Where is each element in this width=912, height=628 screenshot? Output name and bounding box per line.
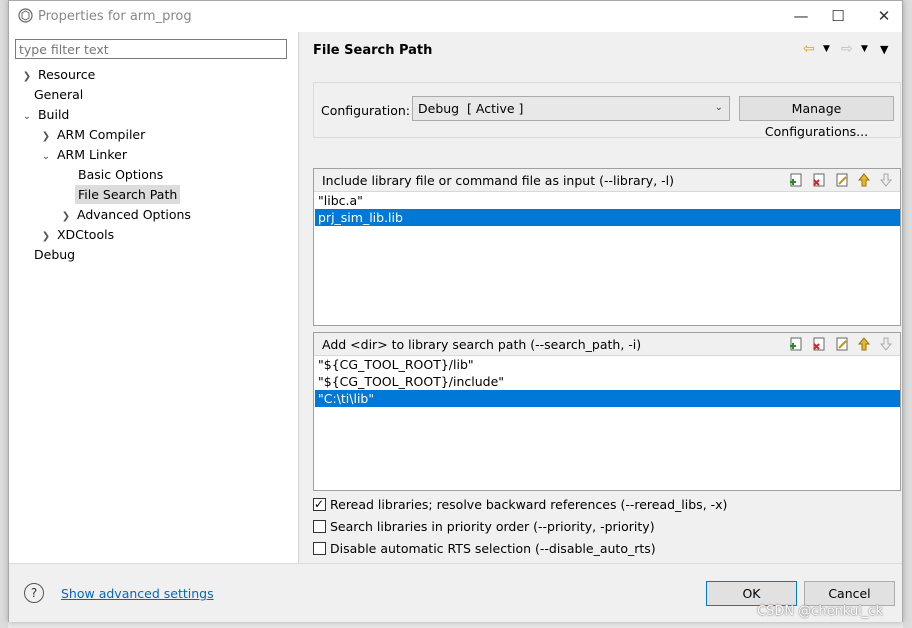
- maximize-icon[interactable]: ☐: [824, 5, 852, 27]
- tree-item-advanced-options[interactable]: ❯ Advanced Options: [59, 205, 191, 225]
- library-listbox[interactable]: Include library file or command file as …: [313, 168, 901, 326]
- manage-configurations-button[interactable]: Manage Configurations...: [739, 96, 894, 139]
- tree-item-build[interactable]: ⌄ Build: [20, 105, 70, 127]
- cancel-button[interactable]: Cancel: [804, 581, 895, 606]
- show-advanced-settings-link[interactable]: Show advanced settings: [61, 586, 214, 601]
- configuration-select[interactable]: Debug [ Active ] ⌄: [412, 96, 730, 121]
- library-list-header: Include library file or command file as …: [314, 169, 900, 192]
- minimize-icon[interactable]: —: [787, 5, 815, 27]
- list-item[interactable]: "${CG_TOOL_ROOT}/lib": [315, 356, 900, 373]
- edit-icon[interactable]: [834, 172, 850, 188]
- add-icon[interactable]: [788, 172, 804, 188]
- tree-item-debug[interactable]: Debug: [34, 245, 75, 265]
- list-item[interactable]: "C:\ti\lib": [315, 390, 900, 407]
- eclipse-app-icon: [18, 8, 33, 23]
- library-list-caption: Include library file or command file as …: [322, 173, 675, 188]
- move-up-icon[interactable]: [856, 336, 872, 352]
- forward-arrow-icon[interactable]: ⇨: [841, 41, 853, 57]
- title-bar: Properties for arm_prog — ☐ ✕: [9, 1, 902, 32]
- checkbox-box[interactable]: [313, 542, 326, 555]
- forward-dropdown-icon[interactable]: ▼: [861, 44, 868, 54]
- tree-item-label: ARM Compiler: [56, 127, 146, 142]
- background-window-strip-right: [903, 0, 912, 628]
- move-down-icon[interactable]: [878, 336, 894, 352]
- tree-item-label: Resource: [37, 67, 96, 82]
- chevron-right-icon[interactable]: ❯: [20, 67, 34, 87]
- navigation-pane: ❯ Resource General ⌄ Build ❯ ARM Compile…: [9, 32, 298, 563]
- tree-item-label: Advanced Options: [76, 207, 191, 222]
- search-path-list-header: Add <dir> to library search path (--sear…: [314, 333, 900, 356]
- reread-libraries-checkbox[interactable]: Reread libraries; resolve backward refer…: [313, 495, 728, 514]
- chevron-down-icon[interactable]: ⌄: [39, 147, 53, 167]
- add-icon[interactable]: [788, 336, 804, 352]
- delete-icon[interactable]: [811, 172, 827, 188]
- tree-item-arm-compiler[interactable]: ❯ ARM Compiler: [39, 125, 145, 145]
- tree-item-basic-options[interactable]: Basic Options: [78, 165, 163, 185]
- view-menu-icon[interactable]: ▼: [880, 43, 888, 56]
- checkbox-label: Search libraries in priority order (--pr…: [330, 519, 655, 534]
- configuration-label: Configuration:: [321, 103, 410, 118]
- list-item[interactable]: "${CG_TOOL_ROOT}/include": [315, 373, 900, 390]
- chevron-right-icon[interactable]: ❯: [39, 227, 53, 247]
- configuration-value: Debug [ Active ]: [418, 101, 524, 116]
- tree-item-label: File Search Path: [75, 185, 181, 204]
- list-item[interactable]: "libc.a": [315, 192, 900, 209]
- close-icon[interactable]: ✕: [870, 5, 898, 27]
- move-down-icon[interactable]: [878, 172, 894, 188]
- tree-item-label: Build: [37, 107, 70, 122]
- edit-icon[interactable]: [834, 336, 850, 352]
- move-up-icon[interactable]: [856, 172, 872, 188]
- chevron-down-icon: ⌄: [714, 102, 723, 113]
- page-title: File Search Path: [313, 43, 433, 58]
- chevron-right-icon[interactable]: ❯: [39, 127, 53, 147]
- properties-page: File Search Path ⇦ ▼ ⇨ ▼ ▼ Configuration…: [300, 32, 902, 563]
- window-title: Properties for arm_prog: [38, 9, 192, 24]
- list-item[interactable]: prj_sim_lib.lib: [315, 209, 900, 226]
- tree-item-file-search-path[interactable]: File Search Path: [75, 185, 181, 205]
- background-window-strip: [0, 0, 8, 628]
- checkbox-box[interactable]: [313, 495, 326, 513]
- properties-dialog: Properties for arm_prog — ☐ ✕ ❯ Resource…: [8, 0, 903, 622]
- tree-item-label: ARM Linker: [56, 147, 127, 162]
- filter-input[interactable]: [19, 41, 281, 57]
- configuration-group: Configuration: Debug [ Active ] ⌄ Manage…: [313, 82, 901, 139]
- ok-button[interactable]: OK: [706, 581, 797, 606]
- filter-field[interactable]: [15, 39, 287, 59]
- search-path-list-caption: Add <dir> to library search path (--sear…: [322, 337, 642, 352]
- chevron-down-icon[interactable]: ⌄: [20, 107, 34, 127]
- search-path-listbox[interactable]: Add <dir> to library search path (--sear…: [313, 332, 901, 491]
- back-dropdown-icon[interactable]: ▼: [823, 44, 830, 54]
- checkbox-label: Disable automatic RTS selection (--disab…: [330, 541, 656, 556]
- priority-order-checkbox[interactable]: Search libraries in priority order (--pr…: [313, 518, 655, 536]
- tree-item-label: Basic Options: [78, 167, 164, 182]
- tree-item-label: General: [34, 87, 84, 102]
- help-icon[interactable]: ?: [24, 583, 44, 603]
- tree-item-label: XDCtools: [56, 227, 115, 242]
- chevron-right-icon[interactable]: ❯: [59, 207, 73, 227]
- tree-item-arm-linker[interactable]: ⌄ ARM Linker: [39, 145, 127, 165]
- delete-icon[interactable]: [811, 336, 827, 352]
- tree-item-label: Debug: [34, 247, 76, 262]
- tree-item-resource[interactable]: ❯ Resource: [20, 65, 96, 87]
- checkbox-box[interactable]: [313, 520, 326, 533]
- tree-item-general[interactable]: General: [34, 85, 83, 105]
- tree-item-xdctools[interactable]: ❯ XDCtools: [39, 225, 114, 245]
- disable-auto-rts-checkbox[interactable]: Disable automatic RTS selection (--disab…: [313, 540, 656, 558]
- checkbox-label: Reread libraries; resolve backward refer…: [330, 497, 728, 512]
- back-arrow-icon[interactable]: ⇦: [803, 41, 815, 57]
- watermark: CSDN @chenkui_ck: [757, 604, 883, 619]
